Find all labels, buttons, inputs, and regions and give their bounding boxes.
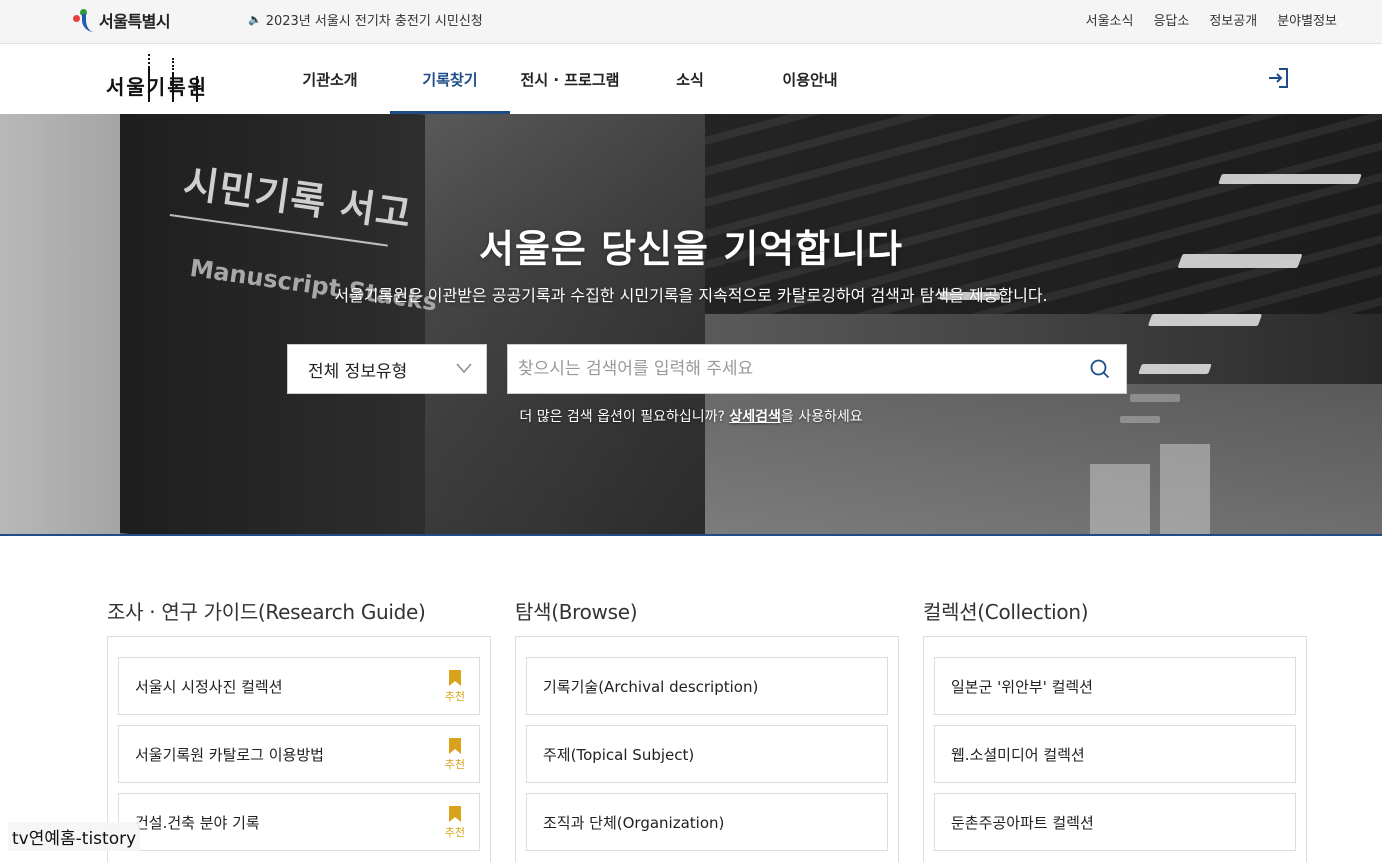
seoul-archives-logo[interactable]: 서울기록원 [106, 54, 216, 106]
watermark-text: tv연예홈-tistory [8, 822, 141, 851]
section-title: 컬렉션(Collection) [923, 600, 1089, 624]
recommended-badge-label: 추천 [444, 690, 465, 703]
util-link-eungdapso[interactable]: 응답소 [1153, 10, 1189, 29]
hero-title: 서울은 당신을 기억합니다 [478, 227, 904, 271]
section-collection: 컬렉션(Collection) 일본군 '위안부' 컬렉션 웹.소셜미디어 컬렉… [923, 596, 1307, 862]
list-item[interactable]: 서울시 시정사진 컬렉션 추천 [118, 657, 480, 715]
chevron-down-icon [456, 363, 472, 374]
list-item[interactable]: 웹.소셜미디어 컬렉션 [934, 725, 1296, 783]
hero-subtitle: 서울기록원은 이관받은 공공기록과 수집한 시민기록을 지속적으로 카탈로깅하여… [334, 286, 1048, 305]
recommended-badge-label: 추천 [444, 758, 465, 771]
menu-exhibition-program[interactable]: 전시 · 프로그램 [510, 44, 630, 114]
search-input[interactable] [507, 344, 1127, 394]
main-menu: 기관소개 기록찾기 전시 · 프로그램 소식 이용안내 [270, 44, 870, 114]
list-item-label: 웹.소셜미디어 컬렉션 [951, 745, 1085, 764]
list-item[interactable]: 서울기록원 카탈로그 이용방법 추천 [118, 725, 480, 783]
advanced-search-hint: 더 많은 검색 옵션이 필요하십니까? 상세검색을 사용하세요 [0, 406, 1382, 426]
section-list: 일본군 '위안부' 컬렉션 웹.소셜미디어 컬렉션 둔촌주공아파트 컬렉션 [923, 636, 1307, 862]
search-bar: 전체 정보유형 [287, 344, 1127, 394]
recommended-badge: 추천 [445, 738, 465, 772]
list-item-label: 조직과 단체(Organization) [543, 813, 725, 832]
speaker-icon: 🔈 [248, 13, 262, 26]
menu-about[interactable]: 기관소개 [270, 44, 390, 114]
recommended-badge: 추천 [445, 670, 465, 704]
search-icon[interactable] [1089, 358, 1111, 380]
section-title: 조사 · 연구 가이드(Research Guide) [107, 600, 426, 624]
section-list: 기록기술(Archival description) 주제(Topical Su… [515, 636, 899, 862]
util-link-info-disclosure[interactable]: 정보공개 [1209, 10, 1257, 29]
main-nav: 서울기록원 기관소개 기록찾기 전시 · 프로그램 소식 이용안내 [0, 44, 1382, 114]
seoul-archives-logo-text: 서울기록원 [106, 75, 208, 99]
info-type-select[interactable]: 전체 정보유형 [287, 344, 487, 394]
menu-news[interactable]: 소식 [630, 44, 750, 114]
util-link-field-info[interactable]: 분야별정보 [1277, 10, 1337, 29]
menu-usage-guide[interactable]: 이용안내 [750, 44, 870, 114]
login-icon [1269, 68, 1288, 88]
list-item[interactable]: 건설.건축 분야 기록 추천 [118, 793, 480, 851]
notice-banner[interactable]: 🔈 2023년 서울시 전기차 충전기 시민신청 [248, 10, 483, 29]
util-link-seoul-news[interactable]: 서울소식 [1086, 10, 1134, 29]
utility-links: 서울소식 응답소 정보공개 분야별정보 [1086, 10, 1337, 29]
list-item-label: 주제(Topical Subject) [543, 745, 695, 764]
guide-sections: 조사 · 연구 가이드(Research Guide) 서울시 시정사진 컬렉션… [107, 596, 1307, 862]
advanced-search-hint-suffix: 을 사용하세요 [780, 409, 863, 425]
section-browse: 탐색(Browse) 기록기술(Archival description) 주제… [515, 596, 899, 862]
list-item-label: 일본군 '위안부' 컬렉션 [951, 677, 1093, 696]
recommended-badge-label: 추천 [444, 826, 465, 839]
list-item[interactable]: 둔촌주공아파트 컬렉션 [934, 793, 1296, 851]
seoul-city-logo[interactable]: 서울특별시 [72, 6, 171, 34]
section-research-guide: 조사 · 연구 가이드(Research Guide) 서울시 시정사진 컬렉션… [107, 596, 491, 862]
list-item-label: 기록기술(Archival description) [543, 677, 759, 696]
list-item[interactable]: 기록기술(Archival description) [526, 657, 888, 715]
seoul-city-logo-text: 서울특별시 [99, 12, 171, 31]
section-list: 서울시 시정사진 컬렉션 추천 서울기록원 카탈로그 이용방법 추천 건설.건축… [107, 636, 491, 862]
info-type-select-value: 전체 정보유형 [308, 361, 408, 382]
seoul-symbol-icon [72, 7, 96, 33]
list-item[interactable]: 일본군 '위안부' 컬렉션 [934, 657, 1296, 715]
list-item[interactable]: 주제(Topical Subject) [526, 725, 888, 783]
recommended-badge: 추천 [445, 806, 465, 840]
list-item-label: 둔촌주공아파트 컬렉션 [951, 813, 1094, 832]
list-item-label: 건설.건축 분야 기록 [135, 813, 260, 832]
advanced-search-hint-prefix: 더 많은 검색 옵션이 필요하십니까? [519, 409, 730, 425]
notice-text[interactable]: 2023년 서울시 전기차 충전기 시민신청 [266, 10, 483, 29]
list-item[interactable]: 조직과 단체(Organization) [526, 793, 888, 851]
bookmark-icon [448, 806, 461, 822]
top-utility-bar: 서울특별시 🔈 2023년 서울시 전기차 충전기 시민신청 서울소식 응답소 … [0, 0, 1382, 44]
bookmark-icon [448, 670, 461, 686]
menu-find-records[interactable]: 기록찾기 [390, 44, 510, 114]
bookmark-icon [448, 738, 461, 754]
login-button[interactable] [1266, 66, 1290, 90]
section-title: 탐색(Browse) [515, 600, 638, 624]
list-item-label: 서울시 시정사진 컬렉션 [135, 677, 283, 696]
advanced-search-link[interactable]: 상세검색 [729, 409, 781, 425]
list-item-label: 서울기록원 카탈로그 이용방법 [135, 745, 324, 764]
hero-banner: 시민기록 서고 Manuscript Stacks 서울은 당신을 기억합니다 … [0, 114, 1382, 536]
